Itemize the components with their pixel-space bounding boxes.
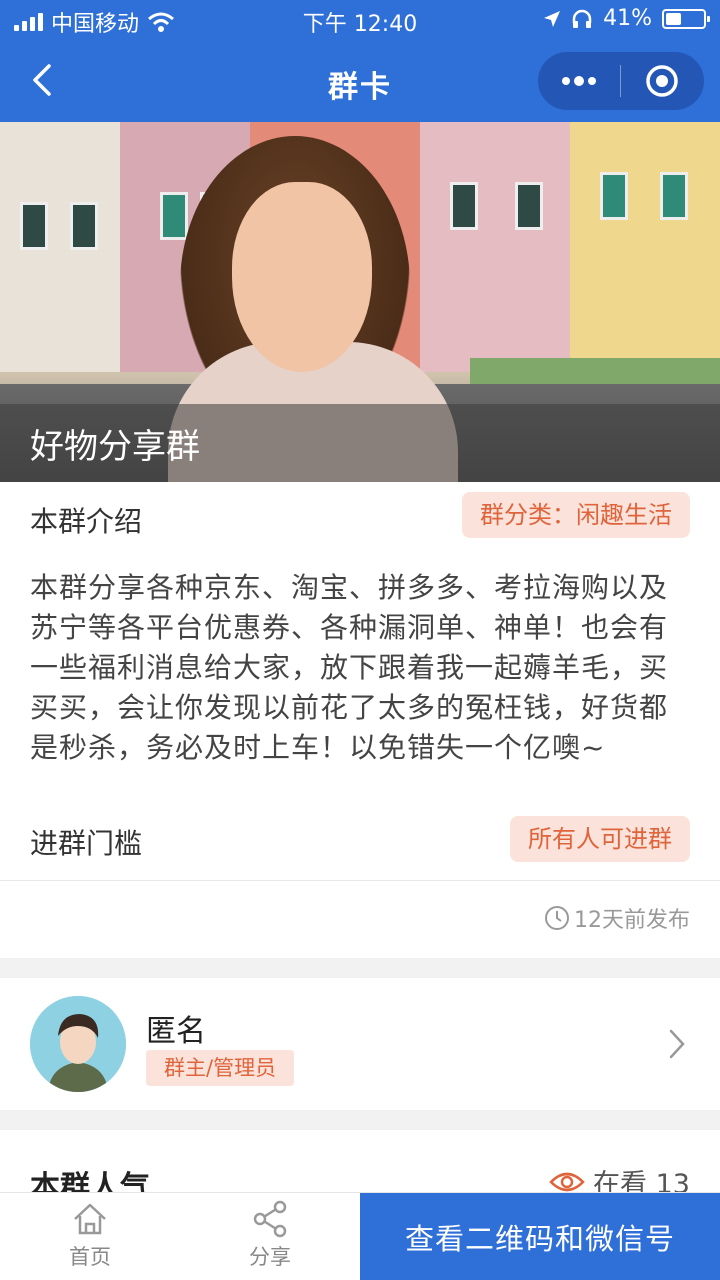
chevron-right-icon	[669, 1029, 685, 1059]
battery-icon	[662, 8, 710, 29]
home-label: 首页	[69, 1245, 111, 1269]
building	[0, 122, 120, 372]
window	[20, 202, 48, 250]
category-tag: 群分类：闲趣生活	[462, 492, 690, 538]
miniprogram-capsule	[538, 52, 704, 110]
group-description: 本群分享各种京东、淘宝、拼多多、考拉海购以及苏宁等各平台优惠券、各种漏洞单、神单…	[30, 571, 669, 764]
share-tab[interactable]: 分享	[180, 1199, 360, 1279]
building	[420, 122, 570, 372]
posted-time: 12天前发布	[544, 902, 690, 934]
window	[70, 202, 98, 250]
window	[515, 182, 543, 230]
owner-role-badge: 群主/管理员	[146, 1050, 295, 1086]
share-icon	[253, 1200, 287, 1238]
divider	[0, 880, 720, 881]
more-dots-icon	[562, 76, 596, 86]
group-intro-card: 本群介绍 群分类：闲趣生活 本群分享各种京东、淘宝、拼多多、考拉海购以及苏宁等各…	[0, 482, 720, 958]
bottom-action-bar: 首页 分享 查看二维码和微信号	[0, 1192, 720, 1280]
target-icon	[646, 65, 678, 97]
status-bar: 中国移动 下午 12:40 41%	[0, 0, 720, 40]
avatar	[30, 996, 126, 1092]
clock-icon	[545, 906, 569, 930]
top-bar: 中国移动 下午 12:40 41% 群卡	[0, 0, 720, 122]
posted-text: 12天前发布	[574, 908, 690, 933]
location-icon	[544, 10, 561, 27]
window	[600, 172, 628, 220]
owner-name: 匿名	[146, 1014, 206, 1049]
group-owner-row[interactable]: 匿名 群主/管理员	[0, 978, 720, 1110]
close-miniprogram-button[interactable]	[621, 52, 703, 110]
nav-bar: 群卡	[0, 40, 720, 122]
threshold-tag: 所有人可进群	[510, 816, 690, 862]
intro-label: 本群介绍	[30, 505, 143, 538]
headphones-icon	[572, 9, 592, 28]
window	[160, 192, 188, 240]
window	[660, 172, 688, 220]
group-name: 好物分享群	[30, 427, 200, 467]
home-tab[interactable]: 首页	[0, 1199, 180, 1279]
window	[450, 182, 478, 230]
share-label: 分享	[249, 1245, 291, 1269]
home-icon	[74, 1203, 106, 1235]
eye-icon	[549, 1172, 585, 1191]
avatar-illustration	[30, 996, 126, 1092]
battery-percent: 41%	[603, 6, 652, 31]
view-qrcode-button[interactable]: 查看二维码和微信号	[360, 1193, 720, 1280]
group-cover-image: 好物分享群	[0, 122, 720, 482]
building	[570, 122, 720, 372]
status-right: 41%	[543, 6, 710, 31]
person-face	[232, 182, 372, 372]
threshold-label: 进群门槛	[30, 827, 143, 860]
more-button[interactable]	[538, 52, 620, 110]
